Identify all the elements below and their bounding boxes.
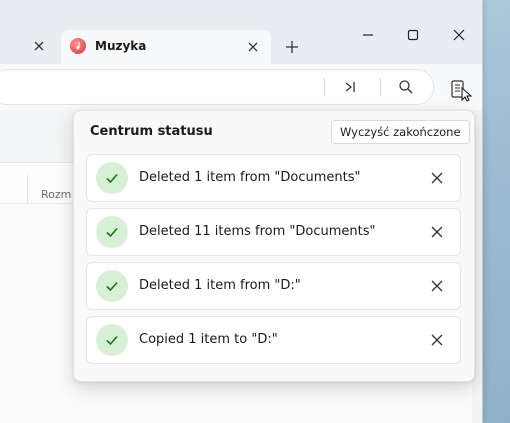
- status-item-text: Copied 1 item to "D:": [139, 332, 278, 347]
- close-icon[interactable]: [429, 332, 445, 348]
- status-item: Deleted 1 item from "D:": [86, 262, 461, 310]
- title-bar: Muzyka: [0, 0, 482, 64]
- search-icon[interactable]: [398, 79, 414, 95]
- status-item: Deleted 11 items from "Documents": [86, 208, 461, 256]
- navigation-toolbar: [0, 64, 482, 110]
- tab-title: Muzyka: [95, 39, 147, 53]
- status-item: Copied 1 item to "D:": [86, 316, 461, 364]
- maximize-button[interactable]: [404, 26, 422, 44]
- status-item-text: Deleted 11 items from "Documents": [139, 224, 376, 239]
- music-note-icon: [70, 38, 86, 54]
- tab-muzyka[interactable]: Muzyka: [61, 30, 271, 64]
- go-to-end-icon[interactable]: [342, 79, 358, 95]
- success-badge: [96, 324, 128, 356]
- checkmark-icon: [106, 173, 118, 184]
- column-header-size[interactable]: Rozm: [41, 188, 71, 201]
- checkmark-icon: [106, 335, 118, 346]
- column-divider: [27, 175, 28, 203]
- checkmark-icon: [106, 227, 118, 238]
- clear-completed-button[interactable]: Wyczyść zakończone: [331, 120, 470, 144]
- success-badge: [96, 162, 128, 194]
- flyout-title: Centrum statusu: [90, 124, 213, 139]
- close-window-button[interactable]: [450, 26, 468, 44]
- close-icon[interactable]: [429, 278, 445, 294]
- divider: [380, 78, 381, 96]
- new-tab-button[interactable]: [283, 38, 301, 56]
- address-bar[interactable]: [0, 69, 434, 105]
- status-center-flyout: Centrum statusu Wyczyść zakończone Delet…: [73, 110, 475, 382]
- close-icon[interactable]: [429, 224, 445, 240]
- success-badge: [96, 270, 128, 302]
- checkmark-icon: [106, 281, 118, 292]
- status-item: Deleted 1 item from "Documents": [86, 154, 461, 202]
- status-item-text: Deleted 1 item from "Documents": [139, 170, 361, 185]
- status-item-text: Deleted 1 item from "D:": [139, 278, 301, 293]
- close-icon[interactable]: [429, 170, 445, 186]
- divider: [324, 78, 325, 96]
- tab-previous[interactable]: [0, 30, 58, 64]
- status-center-icon[interactable]: [449, 78, 473, 102]
- minimize-button[interactable]: [359, 26, 377, 44]
- close-icon[interactable]: [31, 38, 47, 54]
- success-badge: [96, 216, 128, 248]
- close-icon[interactable]: [245, 39, 261, 55]
